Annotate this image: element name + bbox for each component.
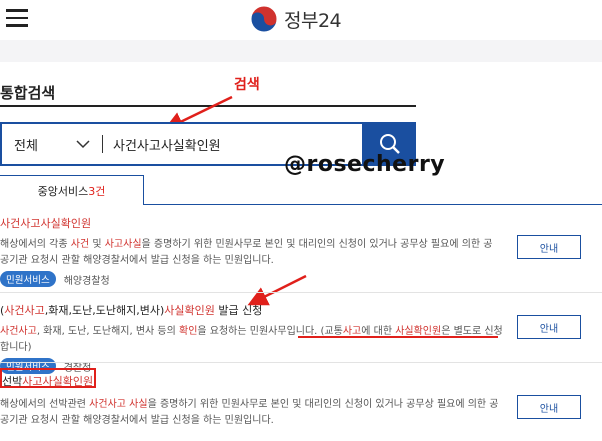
- search-divider: [102, 135, 103, 153]
- guide-button[interactable]: 안내: [517, 395, 581, 419]
- result-item: (사건사고,화재,도난,도난해지,변사)사실확인원 발급 신청 사건사고, 화재…: [0, 302, 602, 374]
- result-title[interactable]: 사건사고사실확인원: [0, 215, 602, 231]
- result-description: 해상에서의 선박관련 사건사고 사실을 증명하기 위한 민원사무로 본인 및 대…: [0, 399, 499, 426]
- category-badge: 민원서비스: [0, 271, 56, 287]
- result-title[interactable]: 선박사고사실확인원: [0, 373, 602, 389]
- annotation-search-label: 검색: [234, 77, 260, 93]
- tab-count: 3건: [88, 184, 106, 198]
- guide-button[interactable]: 안내: [517, 315, 581, 339]
- scope-label: 전체: [14, 138, 38, 154]
- tab-label: 중앙서비스: [37, 184, 89, 198]
- logo-text: 정부24: [284, 9, 342, 32]
- annotation-underline: [298, 336, 498, 338]
- chevron-down-icon: [76, 140, 90, 149]
- watermark-text: @rosecherry: [284, 152, 446, 177]
- result-divider: [0, 362, 602, 363]
- result-item: 사건사고사실확인원 해상에서의 각종 사건 및 사고사실을 증명하기 위한 민원…: [0, 215, 602, 287]
- search-input[interactable]: 사건사고사실확인원: [113, 135, 221, 154]
- site-logo[interactable]: 정부24: [250, 4, 342, 34]
- agency-name: 해양경찰청: [63, 275, 110, 287]
- result-description: 사건사고, 화재, 도난, 도난해지, 변사 등의 확인을 요청하는 민원사무입…: [0, 326, 503, 353]
- guide-button[interactable]: 안내: [517, 235, 581, 259]
- title-divider: [0, 105, 416, 107]
- menu-icon[interactable]: [6, 9, 28, 27]
- result-item: 선박사고사실확인원 해상에서의 선박관련 사건사고 사실을 증명하기 위한 민원…: [0, 373, 602, 429]
- tab-central-services[interactable]: 중앙서비스 3건: [0, 175, 144, 205]
- result-description: 해상에서의 각종 사건 및 사고사실을 증명하기 위한 민원사무로 본인 및 대…: [0, 239, 493, 266]
- sub-bar: [0, 40, 602, 62]
- scope-select[interactable]: 전체: [2, 124, 102, 164]
- result-meta: 민원서비스 해양경찰청: [0, 271, 602, 287]
- tab-underline: [144, 204, 602, 205]
- result-divider: [0, 292, 602, 293]
- page-title: 통합검색: [0, 84, 56, 102]
- result-title[interactable]: (사건사고,화재,도난,도난해지,변사)사실확인원 발급 신청: [0, 302, 602, 318]
- top-bar: 정부24: [0, 0, 602, 40]
- government-logo-icon: [250, 5, 278, 33]
